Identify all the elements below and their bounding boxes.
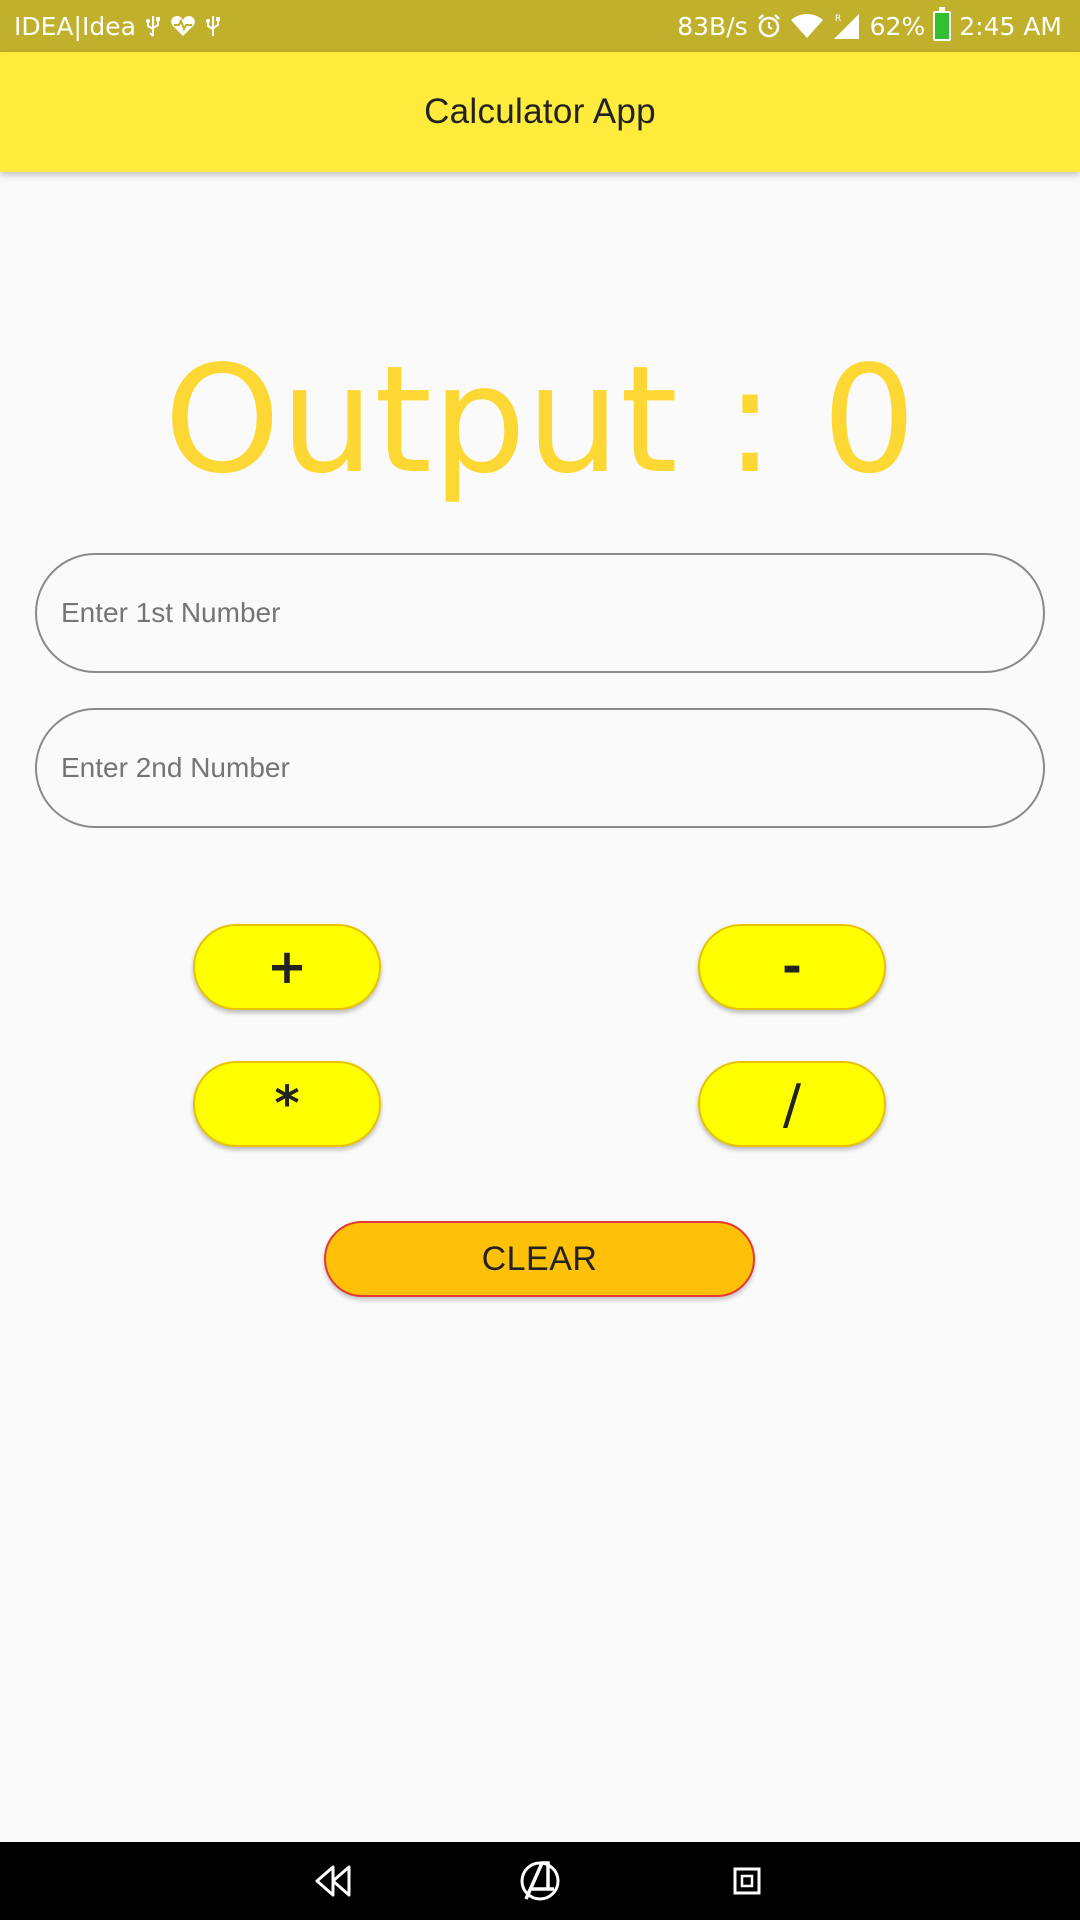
signal-icon: R <box>832 12 862 40</box>
status-left: IDEA|Idea <box>14 12 222 41</box>
first-number-input[interactable] <box>35 553 1045 673</box>
add-button[interactable]: + <box>193 924 381 1010</box>
screen: IDEA|Idea 83B/s R 62% 2:45 AM Calculator… <box>0 0 1080 1920</box>
home-icon[interactable] <box>510 1851 570 1911</box>
carrier-label: IDEA|Idea <box>14 11 136 41</box>
health-icon <box>170 14 196 38</box>
usb-icon <box>204 14 222 38</box>
clock: 2:45 AM <box>959 11 1062 41</box>
usb-icon <box>144 14 162 38</box>
clear-button[interactable]: CLEAR <box>324 1221 755 1297</box>
navigation-bar <box>0 1842 1080 1920</box>
status-bar: IDEA|Idea 83B/s R 62% 2:45 AM <box>0 0 1080 52</box>
alarm-icon <box>756 13 782 39</box>
net-speed: 83B/s <box>677 11 748 41</box>
output-display: Output : 0 <box>163 334 917 506</box>
status-right: 83B/s R 62% 2:45 AM <box>677 7 1062 41</box>
multiply-button[interactable]: * <box>193 1061 381 1147</box>
divide-button[interactable]: / <box>698 1061 886 1147</box>
second-number-input[interactable] <box>35 708 1045 828</box>
recents-icon[interactable] <box>717 1851 777 1911</box>
svg-text:R: R <box>835 14 841 24</box>
battery-icon <box>933 7 952 41</box>
app-bar: Calculator App <box>0 52 1080 172</box>
battery-percent: 62% <box>869 11 926 41</box>
wifi-icon <box>790 13 824 39</box>
subtract-button[interactable]: - <box>698 924 886 1010</box>
back-icon[interactable] <box>303 1851 363 1911</box>
app-title: Calculator App <box>424 92 656 131</box>
